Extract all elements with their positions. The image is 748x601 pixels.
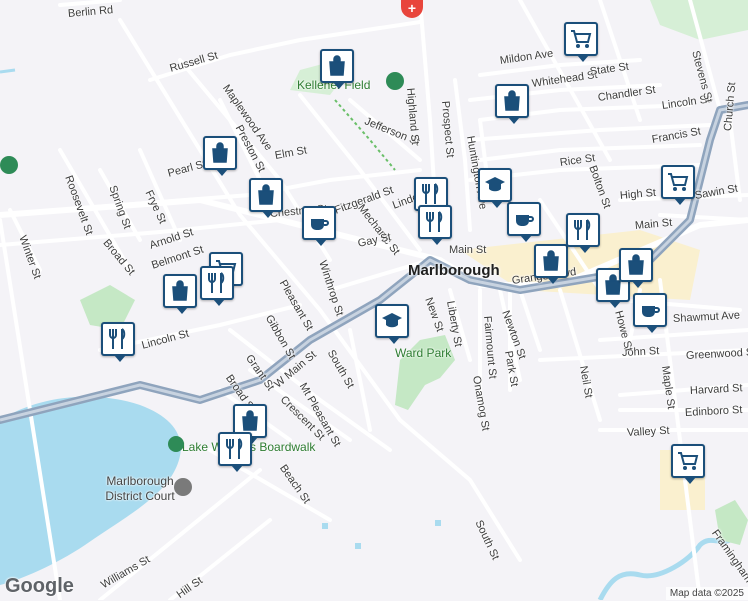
graduation-cap-icon[interactable] xyxy=(478,168,512,208)
fork-knife-icon[interactable] xyxy=(218,432,252,472)
street-label: Main St xyxy=(449,244,487,256)
town-label: Marlborough xyxy=(408,262,500,279)
street-label: Valley St xyxy=(626,424,670,439)
shopping-bag-icon[interactable] xyxy=(534,244,568,284)
shopping-bag-icon[interactable] xyxy=(495,84,529,124)
park-pin-icon[interactable] xyxy=(386,72,404,90)
shopping-bag-icon[interactable] xyxy=(163,274,197,314)
fork-knife-icon[interactable] xyxy=(566,213,600,253)
shopping-bag-icon[interactable] xyxy=(619,248,653,288)
coffee-cup-icon[interactable] xyxy=(302,206,336,246)
fork-knife-icon[interactable] xyxy=(101,322,135,362)
shopping-cart-icon[interactable] xyxy=(671,444,705,484)
shopping-bag-icon[interactable] xyxy=(203,136,237,176)
courthouse-icon[interactable] xyxy=(174,478,192,496)
park-pin-icon[interactable] xyxy=(0,156,18,174)
fork-knife-icon[interactable] xyxy=(418,205,452,245)
shopping-cart-icon[interactable] xyxy=(661,165,695,205)
google-logo: Google xyxy=(5,575,74,597)
fork-knife-icon[interactable] xyxy=(200,266,234,306)
shopping-bag-icon[interactable] xyxy=(320,49,354,89)
graduation-cap-icon[interactable] xyxy=(375,304,409,344)
creek-north xyxy=(0,68,16,74)
shopping-cart-icon[interactable] xyxy=(564,22,598,62)
park-label-ward[interactable]: Ward Park xyxy=(395,346,451,360)
map-attribution[interactable]: Map data ©2025 xyxy=(665,587,748,600)
coffee-cup-icon[interactable] xyxy=(507,202,541,242)
shopping-bag-icon[interactable] xyxy=(249,178,283,218)
tree-icon[interactable] xyxy=(168,436,184,452)
coffee-cup-icon[interactable] xyxy=(633,293,667,333)
